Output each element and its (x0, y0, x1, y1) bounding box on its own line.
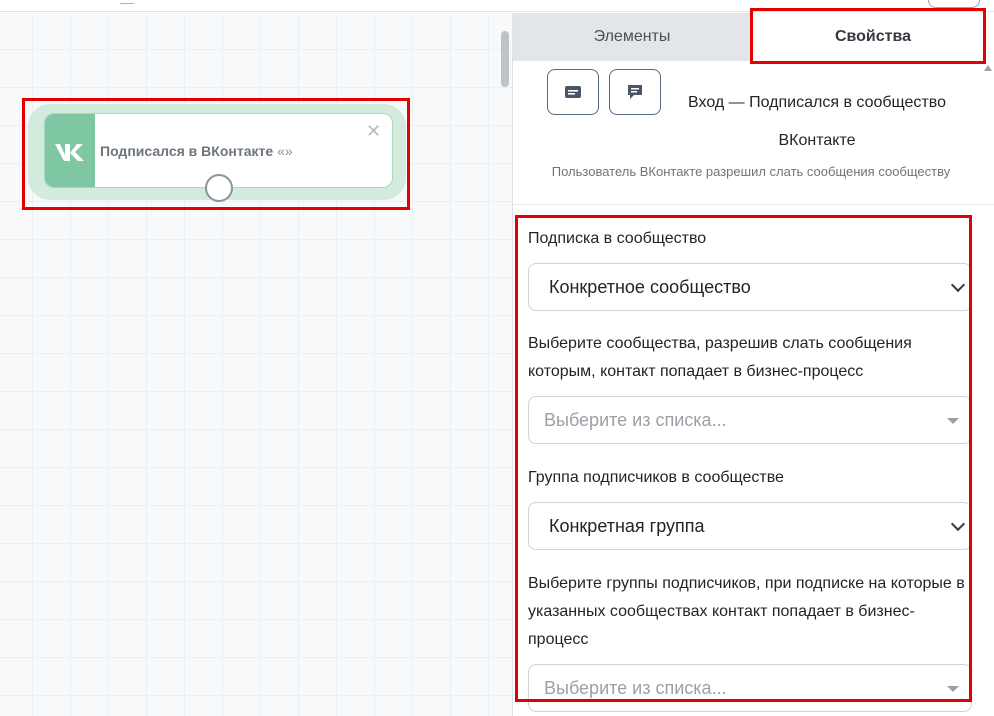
groups-placeholder: Выберите из списка... (544, 677, 727, 698)
element-title-line1: Вход — Подписался в сообщество (688, 94, 946, 111)
trigger-node-title-text: Подписался в ВКонтакте (100, 143, 274, 159)
comment-icon (628, 85, 642, 99)
node-output-connector[interactable] (205, 174, 233, 202)
element-description: Пользователь ВКонтакте разрешил слать со… (551, 164, 951, 179)
group-select[interactable]: Конкретная группа (528, 502, 972, 550)
tab-elements[interactable]: Элементы (513, 13, 751, 61)
tab-properties[interactable]: Свойства (751, 13, 994, 61)
top-bar-fragment (120, 0, 134, 4)
top-bar (0, 0, 994, 12)
chevron-down-icon (950, 516, 966, 532)
subscription-select-value: Конкретное сообщество (549, 276, 751, 297)
caret-down-icon (947, 418, 959, 424)
trigger-node-title: Подписался в ВКонтакте «» (100, 143, 293, 159)
caret-down-icon (947, 686, 959, 692)
panel-tabs: Элементы Свойства (513, 13, 994, 61)
group-select-value: Конкретная группа (549, 515, 705, 536)
message-icon-button[interactable] (547, 69, 599, 115)
scroll-up-arrow-icon[interactable] (984, 65, 992, 71)
close-icon[interactable]: ✕ (366, 122, 381, 140)
chevron-down-icon (950, 277, 966, 293)
canvas-scrollbar[interactable] (501, 31, 509, 87)
element-title-line2: ВКонтакте (778, 132, 856, 149)
groups-label: Выберите группы подписчиков, при подписк… (528, 575, 965, 648)
communities-multiselect[interactable]: Выберите из списка... (528, 396, 972, 444)
comment-icon-button[interactable] (609, 69, 661, 115)
vk-logo-icon (45, 114, 95, 187)
trigger-node-quote: «» (277, 143, 293, 159)
subscription-select[interactable]: Конкретное сообщество (528, 263, 972, 311)
message-icon (565, 86, 581, 98)
element-title: Вход — Подписался в сообщество ВКонтакте (672, 84, 962, 160)
groups-multiselect[interactable]: Выберите из списка... (528, 664, 972, 712)
top-right-button[interactable] (928, 0, 980, 8)
communities-placeholder: Выберите из списка... (544, 409, 727, 430)
header-divider (513, 204, 994, 205)
subscription-label: Подписка в сообщество (528, 230, 707, 247)
communities-label: Выберите сообщества, разрешив слать сооб… (528, 335, 912, 380)
group-label: Группа подписчиков в сообществе (528, 469, 784, 486)
